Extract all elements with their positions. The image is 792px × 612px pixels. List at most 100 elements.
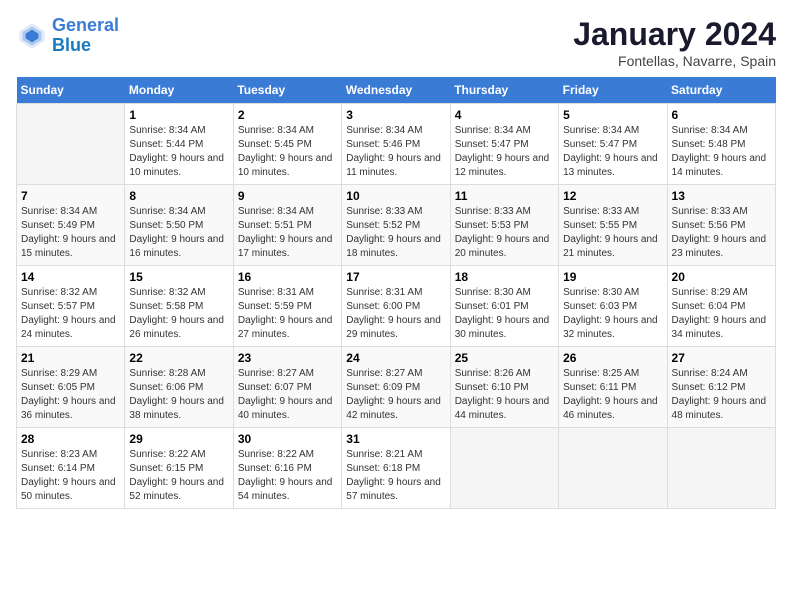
calendar-week-5: 28 Sunrise: 8:23 AMSunset: 6:14 PMDayligh… — [17, 428, 776, 509]
calendar-cell: 15 Sunrise: 8:32 AMSunset: 5:58 PMDayligh… — [125, 266, 233, 347]
calendar-cell: 19 Sunrise: 8:30 AMSunset: 6:03 PMDayligh… — [559, 266, 667, 347]
day-number: 4 — [455, 108, 554, 122]
day-number: 23 — [238, 351, 337, 365]
calendar-cell: 1Sunrise: 8:34 AMSunset: 5:44 PMDaylight… — [125, 104, 233, 185]
day-number: 13 — [672, 189, 771, 203]
day-info: Sunrise: 8:33 AMSunset: 5:53 PMDaylight:… — [455, 205, 554, 261]
calendar-cell: 21 Sunrise: 8:29 AMSunset: 6:05 PMDayligh… — [17, 347, 125, 428]
calendar-cell: 16 Sunrise: 8:31 AMSunset: 5:59 PMDayligh… — [233, 266, 341, 347]
day-info: Sunrise: 8:33 AMSunset: 5:52 PMDaylight:… — [346, 205, 445, 261]
day-number: 16 — [238, 270, 337, 284]
day-number: 28 — [21, 432, 120, 446]
day-number: 19 — [563, 270, 662, 284]
day-info: Sunrise: 8:34 AMSunset: 5:44 PMDaylight:… — [129, 124, 228, 180]
calendar-week-4: 21 Sunrise: 8:29 AMSunset: 6:05 PMDayligh… — [17, 347, 776, 428]
calendar-week-3: 14 Sunrise: 8:32 AMSunset: 5:57 PMDayligh… — [17, 266, 776, 347]
calendar-cell: 8 Sunrise: 8:34 AMSunset: 5:50 PMDaylight… — [125, 185, 233, 266]
calendar-cell: 31 Sunrise: 8:21 AMSunset: 6:18 PMDayligh… — [342, 428, 450, 509]
calendar-cell: 24Sunrise: 8:27 AMSunset: 6:09 PMDayligh… — [342, 347, 450, 428]
day-number: 14 — [21, 270, 120, 284]
day-info: Sunrise: 8:25 AMSunset: 6:11 PMDaylight:… — [563, 367, 662, 423]
calendar-cell: 11Sunrise: 8:33 AMSunset: 5:53 PMDayligh… — [450, 185, 558, 266]
day-number: 20 — [672, 270, 771, 284]
day-info: Sunrise: 8:32 AMSunset: 5:57 PMDaylight:… — [21, 286, 120, 342]
calendar-cell: 9 Sunrise: 8:34 AMSunset: 5:51 PMDaylight… — [233, 185, 341, 266]
day-number: 21 — [21, 351, 120, 365]
title-area: January 2024 Fontellas, Navarre, Spain — [573, 16, 776, 69]
calendar-cell: 14 Sunrise: 8:32 AMSunset: 5:57 PMDayligh… — [17, 266, 125, 347]
day-info: Sunrise: 8:34 AMSunset: 5:47 PMDaylight:… — [455, 124, 554, 180]
calendar-cell: 28 Sunrise: 8:23 AMSunset: 6:14 PMDayligh… — [17, 428, 125, 509]
day-number: 29 — [129, 432, 228, 446]
logo-icon — [16, 20, 48, 52]
day-info: Sunrise: 8:22 AMSunset: 6:15 PMDaylight:… — [129, 448, 228, 504]
calendar-cell: 17 Sunrise: 8:31 AMSunset: 6:00 PMDayligh… — [342, 266, 450, 347]
day-number: 31 — [346, 432, 445, 446]
calendar-week-2: 7 Sunrise: 8:34 AMSunset: 5:49 PMDaylight… — [17, 185, 776, 266]
calendar-cell: 29 Sunrise: 8:22 AMSunset: 6:15 PMDayligh… — [125, 428, 233, 509]
day-header-saturday: Saturday — [667, 77, 775, 104]
day-number: 3 — [346, 108, 445, 122]
day-info: Sunrise: 8:23 AMSunset: 6:14 PMDaylight:… — [21, 448, 120, 504]
logo-text: General Blue — [52, 16, 119, 56]
day-number: 30 — [238, 432, 337, 446]
day-info: Sunrise: 8:32 AMSunset: 5:58 PMDaylight:… — [129, 286, 228, 342]
day-info: Sunrise: 8:29 AMSunset: 6:05 PMDaylight:… — [21, 367, 120, 423]
day-number: 27 — [672, 351, 771, 365]
subtitle: Fontellas, Navarre, Spain — [573, 53, 776, 69]
day-number: 9 — [238, 189, 337, 203]
day-info: Sunrise: 8:31 AMSunset: 6:00 PMDaylight:… — [346, 286, 445, 342]
day-info: Sunrise: 8:30 AMSunset: 6:01 PMDaylight:… — [455, 286, 554, 342]
day-number: 15 — [129, 270, 228, 284]
day-info: Sunrise: 8:33 AMSunset: 5:55 PMDaylight:… — [563, 205, 662, 261]
day-number: 26 — [563, 351, 662, 365]
day-number: 17 — [346, 270, 445, 284]
calendar-cell: 2 Sunrise: 8:34 AMSunset: 5:45 PMDaylight… — [233, 104, 341, 185]
day-info: Sunrise: 8:24 AMSunset: 6:12 PMDaylight:… — [672, 367, 771, 423]
header: General Blue January 2024 Fontellas, Nav… — [16, 16, 776, 69]
day-info: Sunrise: 8:29 AMSunset: 6:04 PMDaylight:… — [672, 286, 771, 342]
day-header-monday: Monday — [125, 77, 233, 104]
day-header-thursday: Thursday — [450, 77, 558, 104]
day-number: 24 — [346, 351, 445, 365]
day-header-sunday: Sunday — [17, 77, 125, 104]
calendar-cell: 30 Sunrise: 8:22 AMSunset: 6:16 PMDayligh… — [233, 428, 341, 509]
calendar-cell: 12 Sunrise: 8:33 AMSunset: 5:55 PMDayligh… — [559, 185, 667, 266]
day-number: 8 — [129, 189, 228, 203]
day-info: Sunrise: 8:34 AMSunset: 5:51 PMDaylight:… — [238, 205, 337, 261]
day-info: Sunrise: 8:33 AMSunset: 5:56 PMDaylight:… — [672, 205, 771, 261]
calendar-cell: 26 Sunrise: 8:25 AMSunset: 6:11 PMDayligh… — [559, 347, 667, 428]
calendar-cell: 18Sunrise: 8:30 AMSunset: 6:01 PMDayligh… — [450, 266, 558, 347]
day-info: Sunrise: 8:34 AMSunset: 5:47 PMDaylight:… — [563, 124, 662, 180]
header-row: SundayMondayTuesdayWednesdayThursdayFrid… — [17, 77, 776, 104]
day-info: Sunrise: 8:31 AMSunset: 5:59 PMDaylight:… — [238, 286, 337, 342]
day-number: 7 — [21, 189, 120, 203]
calendar-cell: 7 Sunrise: 8:34 AMSunset: 5:49 PMDaylight… — [17, 185, 125, 266]
day-info: Sunrise: 8:34 AMSunset: 5:45 PMDaylight:… — [238, 124, 337, 180]
calendar-cell: 20 Sunrise: 8:29 AMSunset: 6:04 PMDayligh… — [667, 266, 775, 347]
calendar-cell: 27 Sunrise: 8:24 AMSunset: 6:12 PMDayligh… — [667, 347, 775, 428]
day-number: 6 — [672, 108, 771, 122]
day-info: Sunrise: 8:34 AMSunset: 5:49 PMDaylight:… — [21, 205, 120, 261]
calendar-cell: 25 Sunrise: 8:26 AMSunset: 6:10 PMDayligh… — [450, 347, 558, 428]
day-number: 5 — [563, 108, 662, 122]
day-info: Sunrise: 8:22 AMSunset: 6:16 PMDaylight:… — [238, 448, 337, 504]
calendar-cell — [559, 428, 667, 509]
day-header-tuesday: Tuesday — [233, 77, 341, 104]
day-info: Sunrise: 8:27 AMSunset: 6:07 PMDaylight:… — [238, 367, 337, 423]
day-info: Sunrise: 8:21 AMSunset: 6:18 PMDaylight:… — [346, 448, 445, 504]
calendar-cell — [667, 428, 775, 509]
calendar-cell: 10Sunrise: 8:33 AMSunset: 5:52 PMDayligh… — [342, 185, 450, 266]
day-info: Sunrise: 8:34 AMSunset: 5:46 PMDaylight:… — [346, 124, 445, 180]
calendar-cell: 22Sunrise: 8:28 AMSunset: 6:06 PMDayligh… — [125, 347, 233, 428]
day-info: Sunrise: 8:26 AMSunset: 6:10 PMDaylight:… — [455, 367, 554, 423]
day-header-friday: Friday — [559, 77, 667, 104]
day-info: Sunrise: 8:34 AMSunset: 5:50 PMDaylight:… — [129, 205, 228, 261]
day-number: 2 — [238, 108, 337, 122]
calendar-cell — [450, 428, 558, 509]
day-number: 25 — [455, 351, 554, 365]
day-header-wednesday: Wednesday — [342, 77, 450, 104]
day-info: Sunrise: 8:30 AMSunset: 6:03 PMDaylight:… — [563, 286, 662, 342]
day-number: 12 — [563, 189, 662, 203]
calendar-cell: 5 Sunrise: 8:34 AMSunset: 5:47 PMDaylight… — [559, 104, 667, 185]
